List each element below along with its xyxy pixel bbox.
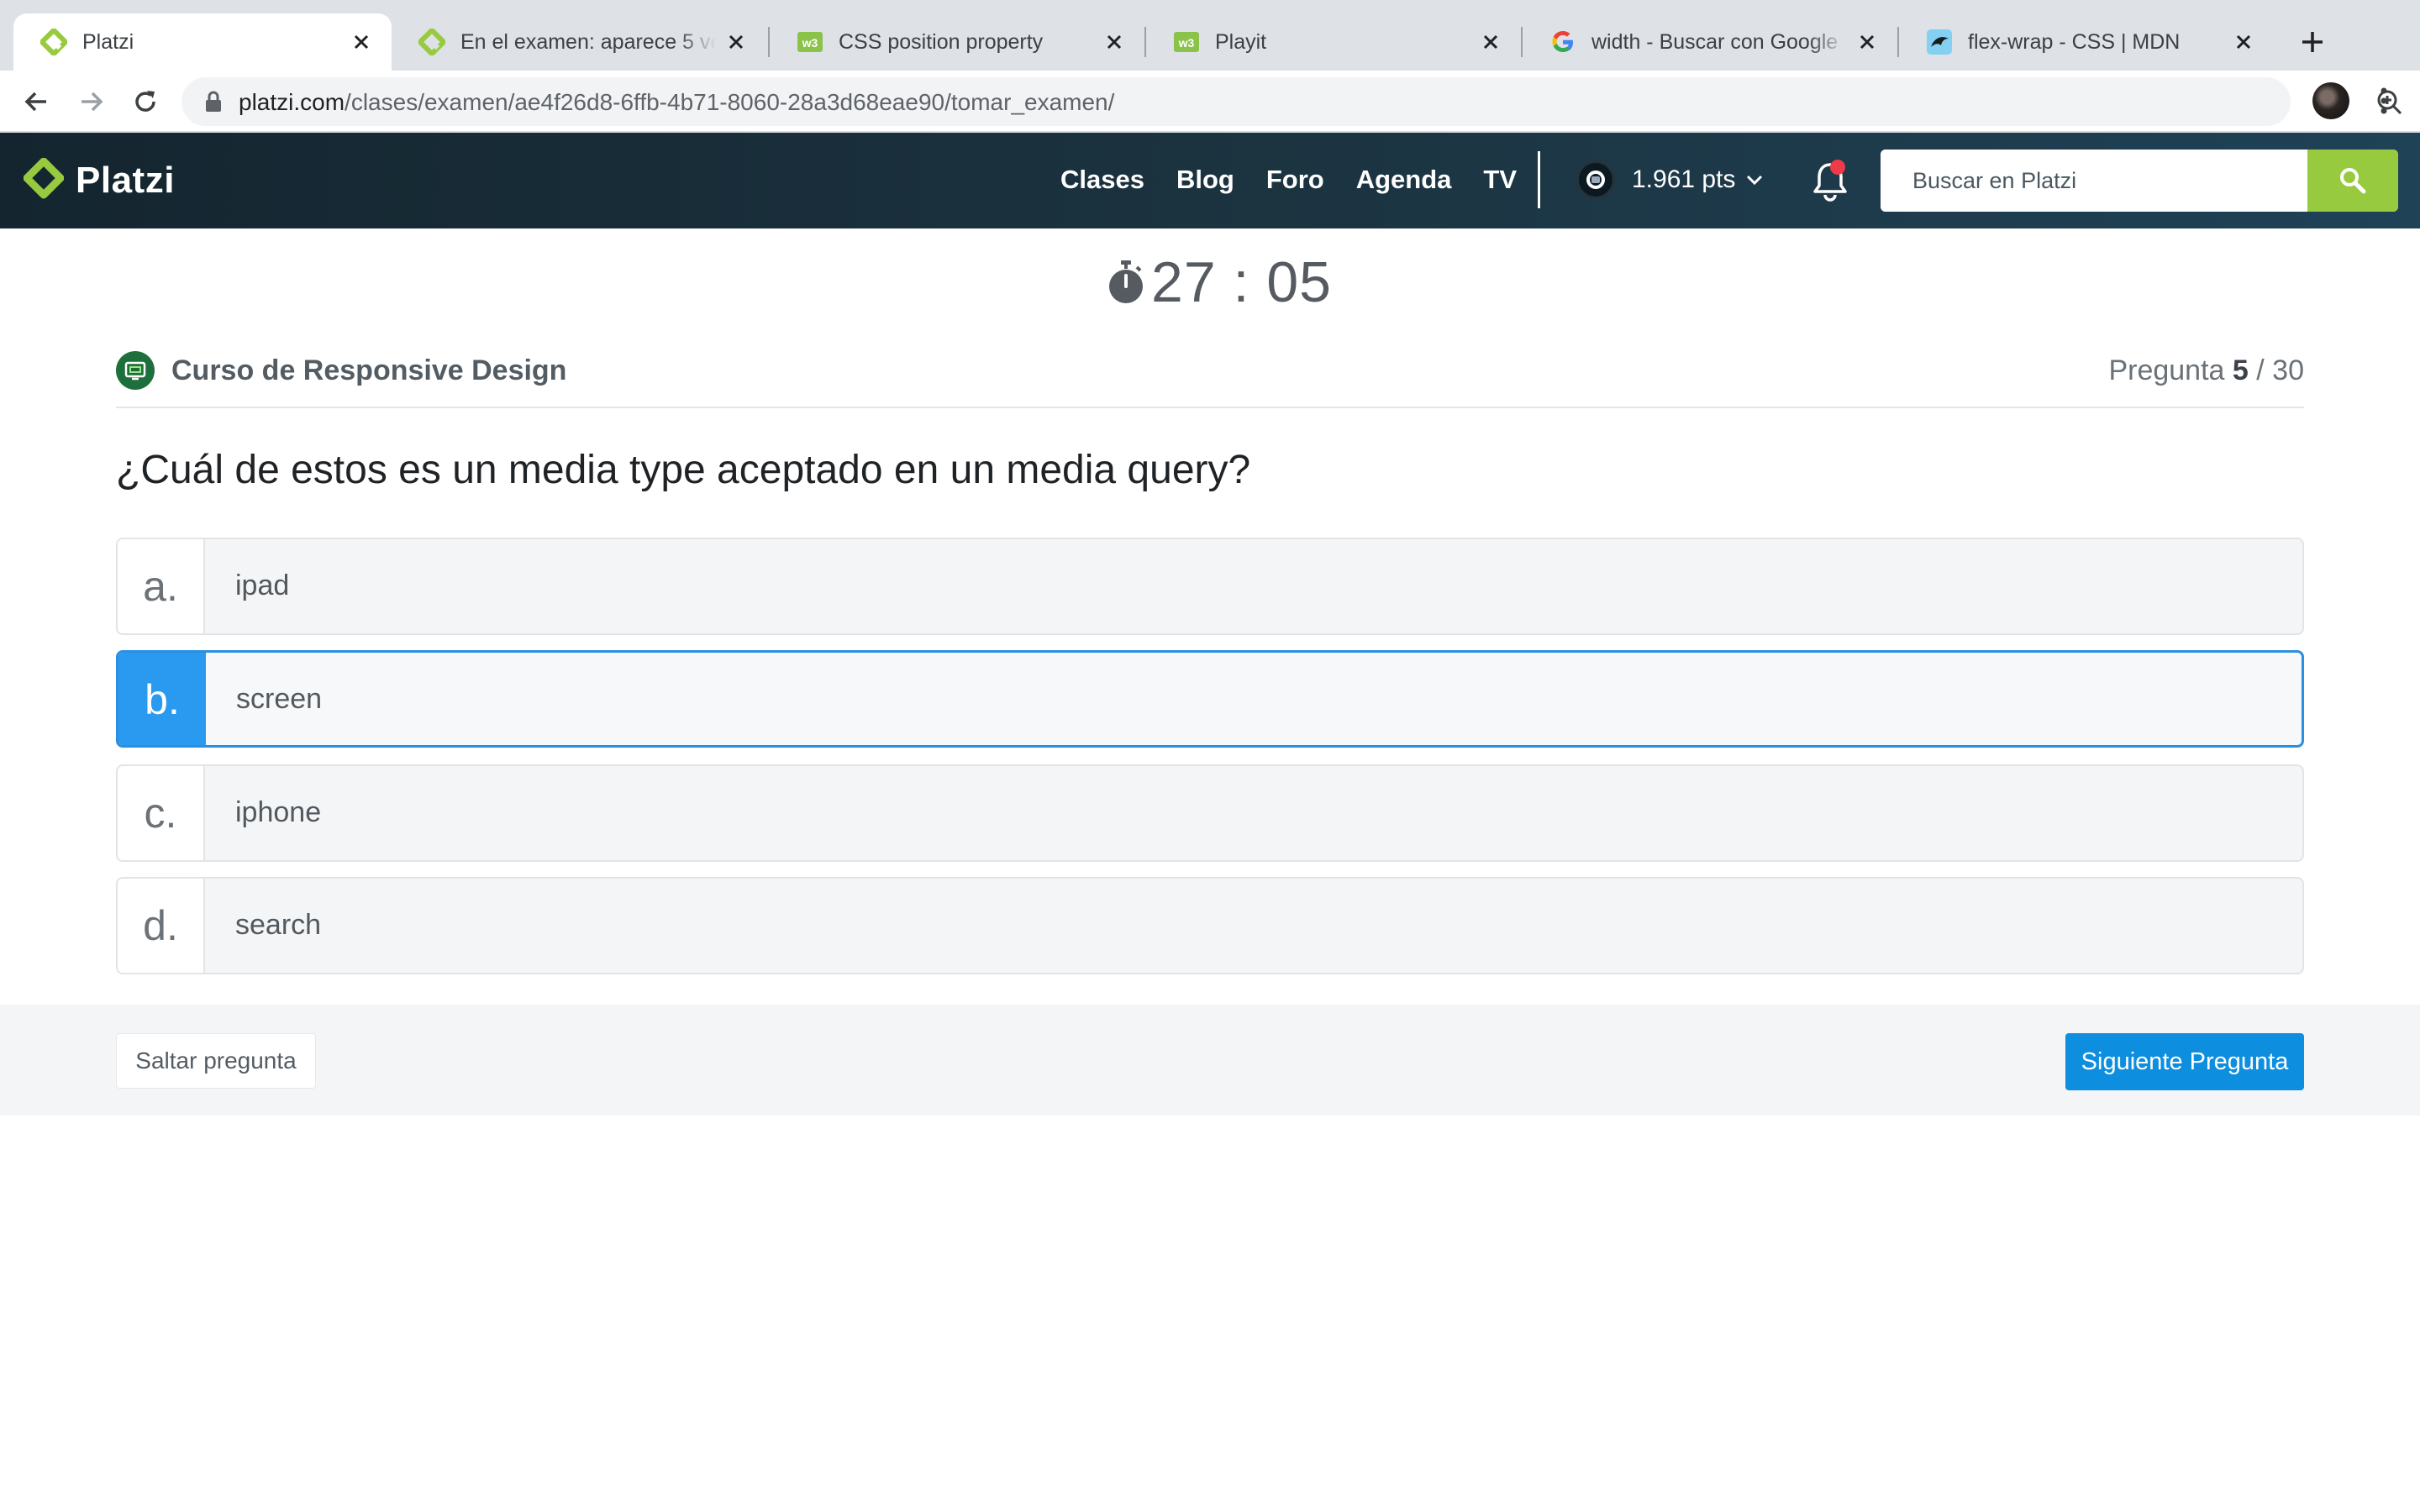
browser-tab-playit[interactable]: w3 Playit bbox=[1146, 13, 1521, 71]
option-b[interactable]: b. screen bbox=[116, 650, 2304, 748]
browser-tab-google[interactable]: width - Buscar con Google bbox=[1523, 13, 1897, 71]
tab-title: flex-wrap - CSS | MDN bbox=[1968, 29, 2181, 54]
tab-title: Platzi bbox=[82, 29, 134, 54]
nav-foro[interactable]: Foro bbox=[1266, 165, 1324, 195]
course-badge-icon bbox=[116, 351, 155, 390]
notification-dot bbox=[1830, 160, 1845, 175]
question-counter: Pregunta 5 / 30 bbox=[2108, 354, 2304, 387]
browser-menu-icon[interactable] bbox=[2371, 84, 2396, 118]
platzi-icon bbox=[40, 29, 67, 55]
option-d[interactable]: d. search bbox=[116, 877, 2304, 974]
points-menu[interactable]: 1.961 pts bbox=[1576, 158, 1765, 202]
close-tab-icon[interactable] bbox=[1101, 29, 1128, 55]
w3schools-icon: w3 bbox=[797, 29, 823, 55]
question-current: 5 bbox=[2232, 354, 2249, 386]
mdn-icon bbox=[1926, 29, 1953, 55]
platzi-logo-icon bbox=[24, 158, 64, 199]
forward-arrow-icon[interactable] bbox=[72, 82, 111, 121]
reload-icon[interactable] bbox=[126, 82, 165, 121]
exam-actions-bar: Saltar pregunta Siguiente Pregunta bbox=[0, 1005, 2420, 1116]
new-tab-plus-icon[interactable] bbox=[2296, 25, 2329, 59]
nav-agenda[interactable]: Agenda bbox=[1356, 165, 1452, 195]
lock-icon bbox=[202, 89, 225, 114]
option-text: iphone bbox=[235, 796, 322, 828]
tab-title: En el examen: aparece 5 veces bbox=[460, 29, 716, 54]
platzi-header: Platzi Clases Blog Foro Agenda TV 1.961 … bbox=[0, 133, 2420, 228]
google-icon bbox=[1549, 29, 1576, 55]
close-tab-icon[interactable] bbox=[723, 29, 750, 55]
address-bar[interactable]: platzi.com/clases/examen/ae4f26d8-6ffb-4… bbox=[182, 77, 2402, 126]
platzi-icon bbox=[418, 29, 445, 55]
tab-title: width - Buscar con Google bbox=[1591, 29, 1839, 54]
nav-clases[interactable]: Clases bbox=[1060, 165, 1144, 195]
search-box bbox=[1881, 150, 2398, 212]
question-total: / 30 bbox=[2256, 354, 2304, 386]
search-input[interactable] bbox=[1881, 150, 2307, 212]
option-text: screen bbox=[236, 683, 323, 715]
points-label: 1.961 pts bbox=[1632, 165, 1736, 193]
svg-text:w3: w3 bbox=[802, 36, 818, 50]
url-path: /clases/examen/ae4f26d8-6ffb-4b71-8060-2… bbox=[345, 89, 1115, 115]
search-button[interactable] bbox=[2307, 150, 2398, 212]
option-a[interactable]: a. ipad bbox=[116, 538, 2304, 635]
back-arrow-icon[interactable] bbox=[17, 82, 55, 121]
option-letter: b. bbox=[118, 653, 206, 745]
browser-tab-strip: Platzi En el examen: aparece 5 veces w3 … bbox=[0, 0, 2420, 71]
skip-question-button[interactable]: Saltar pregunta bbox=[116, 1033, 316, 1089]
timer-value: 27 : 05 bbox=[1151, 250, 1332, 314]
close-tab-icon[interactable] bbox=[348, 29, 375, 55]
url-host: platzi.com bbox=[239, 89, 345, 115]
nav-tv[interactable]: TV bbox=[1483, 165, 1517, 195]
option-letter: d. bbox=[118, 879, 205, 973]
option-c[interactable]: c. iphone bbox=[116, 764, 2304, 862]
next-question-button[interactable]: Siguiente Pregunta bbox=[2065, 1033, 2304, 1090]
header-divider bbox=[1538, 151, 1540, 208]
option-text: search bbox=[235, 909, 322, 941]
browser-tab-mdn[interactable]: flex-wrap - CSS | MDN bbox=[1899, 13, 2274, 71]
option-letter: c. bbox=[118, 766, 205, 860]
user-avatar bbox=[1576, 160, 1615, 199]
browser-tab-css-position[interactable]: w3 CSS position property bbox=[770, 13, 1144, 71]
close-tab-icon[interactable] bbox=[1854, 29, 1881, 55]
close-tab-icon[interactable] bbox=[2230, 29, 2257, 55]
browser-tab-platzi[interactable]: Platzi bbox=[13, 13, 392, 71]
course-name: Curso de Responsive Design bbox=[171, 354, 567, 386]
question-text: ¿Cuál de estos es un media type aceptado… bbox=[116, 448, 1251, 492]
browser-toolbar: platzi.com/clases/examen/ae4f26d8-6ffb-4… bbox=[0, 71, 2420, 133]
svg-text:w3: w3 bbox=[1178, 36, 1195, 50]
tab-title: CSS position property bbox=[839, 29, 1044, 54]
course-header: Curso de Responsive Design Pregunta 5 / … bbox=[116, 346, 2304, 408]
close-tab-icon[interactable] bbox=[1477, 29, 1504, 55]
browser-tab-examen[interactable]: En el examen: aparece 5 veces bbox=[392, 13, 766, 71]
exam-timer: 27 : 05 bbox=[1106, 249, 1332, 316]
tab-title: Playit bbox=[1215, 29, 1267, 54]
w3schools-icon: w3 bbox=[1173, 29, 1200, 55]
platzi-logo[interactable]: Platzi bbox=[24, 156, 175, 205]
option-letter: a. bbox=[118, 539, 205, 633]
chevron-down-icon bbox=[1747, 175, 1763, 186]
profile-avatar[interactable] bbox=[2312, 82, 2349, 119]
stopwatch-icon bbox=[1109, 260, 1143, 303]
option-text: ipad bbox=[235, 570, 290, 601]
main-nav: Clases Blog Foro Agenda TV bbox=[1060, 165, 1549, 195]
search-icon bbox=[2340, 168, 2366, 194]
platzi-logo-text: Platzi bbox=[76, 160, 175, 201]
url-text: platzi.com/clases/examen/ae4f26d8-6ffb-4… bbox=[239, 89, 1114, 116]
nav-blog[interactable]: Blog bbox=[1176, 165, 1234, 195]
question-counter-label: Pregunta bbox=[2108, 354, 2225, 386]
